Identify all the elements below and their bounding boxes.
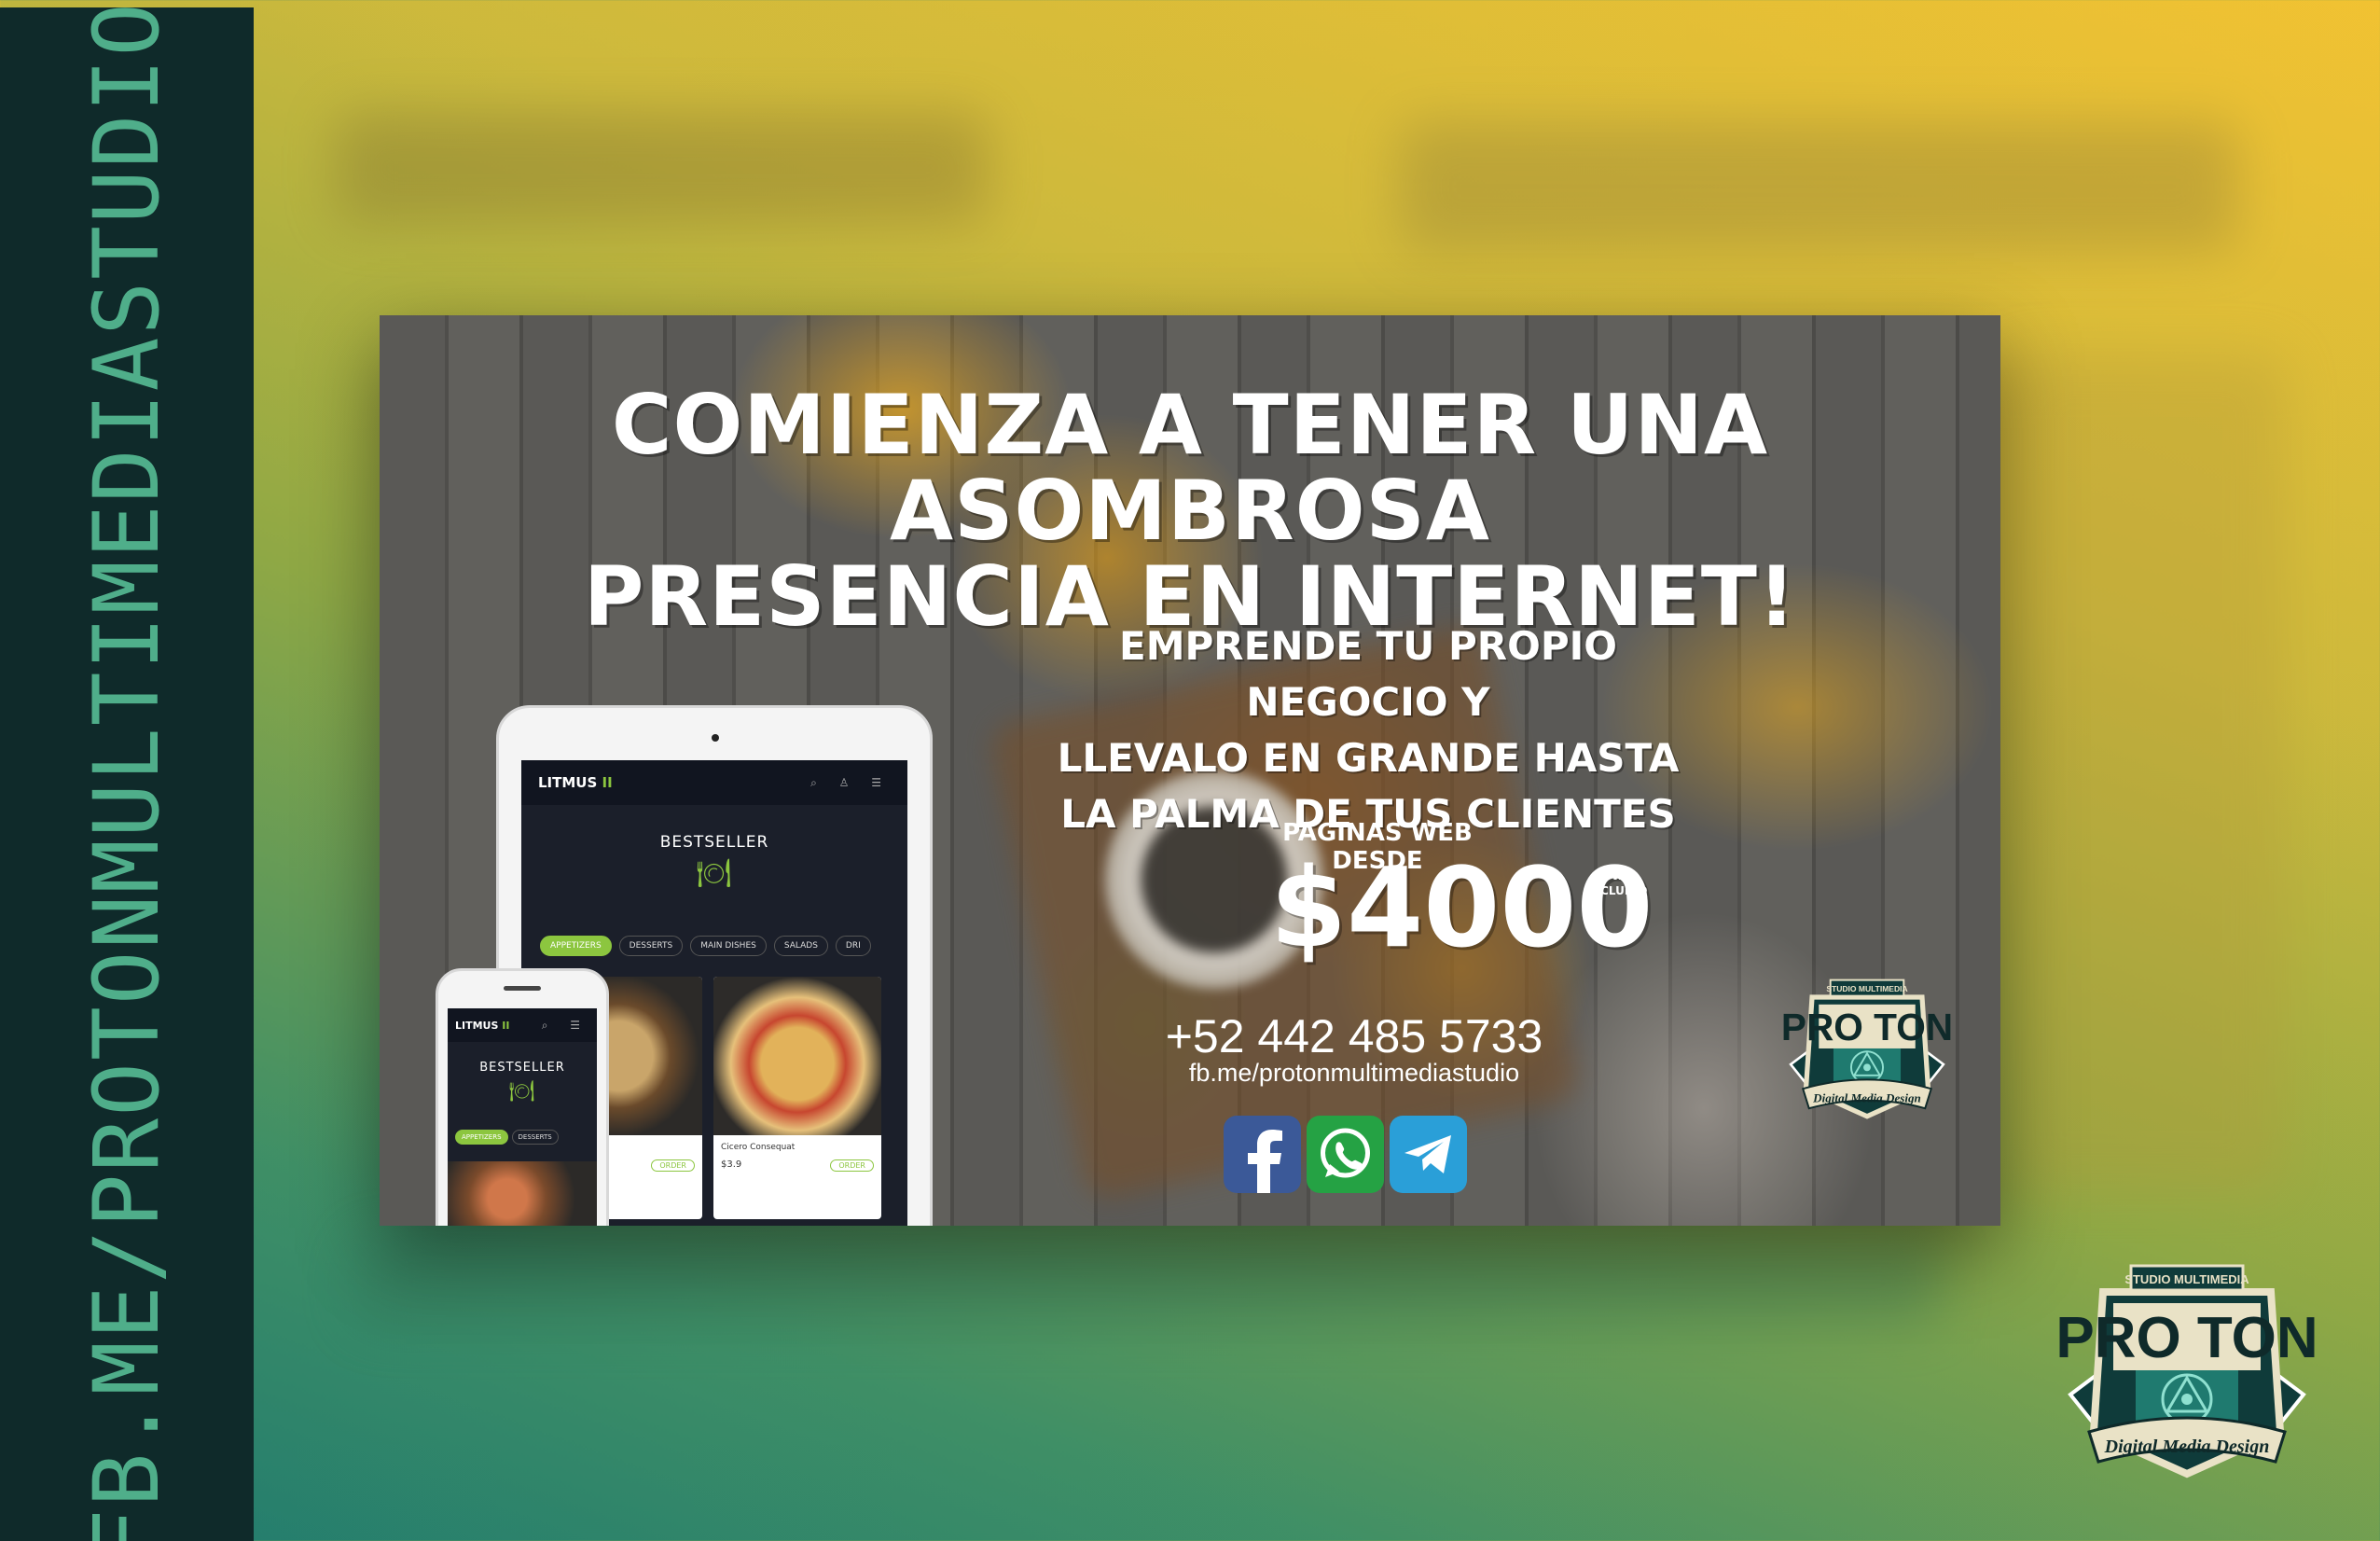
background-blur: [336, 112, 989, 224]
proton-logo-large: STUDIO MULTIMEDIA PRO TON Digital Media …: [2052, 1255, 2322, 1483]
background-blur: [2005, 354, 2285, 1194]
price: $4000: [1270, 843, 1654, 972]
header-icons: ⌕ ♙ ☰: [810, 775, 891, 789]
tab-main-dishes[interactable]: MAIN DISHES: [690, 936, 767, 956]
tab-drinks[interactable]: DRI: [835, 936, 871, 956]
sub-line-1: EMPRENDE TU PROPIO NEGOCIO Y: [1119, 623, 1617, 725]
header-icons: ⌕ ☰: [541, 1018, 589, 1032]
facebook-link[interactable]: fb.me/protonmultimediastudio: [1149, 1059, 1559, 1088]
tab-desserts[interactable]: DESSERTS: [511, 1130, 559, 1145]
tablet-app-header: LITMUS II ⌕ ♙ ☰: [521, 760, 907, 805]
proton-logo-icon: STUDIO MULTIMEDIA PRO TON Digital Media …: [2055, 1264, 2318, 1479]
whatsapp-icon[interactable]: [1307, 1116, 1384, 1193]
facebook-icon[interactable]: [1224, 1116, 1301, 1193]
iva-line-2: INCLUIDO: [1586, 884, 1648, 897]
phone-number[interactable]: +52 442 485 5733: [1149, 1010, 1559, 1062]
background-blur: [354, 1241, 1940, 1325]
proton-logo-icon: STUDIO MULTIMEDIA PRO TON Digital Media …: [1781, 979, 1953, 1119]
telegram-icon[interactable]: [1390, 1116, 1467, 1193]
app-logo: LITMUS II: [455, 1019, 510, 1032]
proton-logo: STUDIO MULTIMEDIA PRO TON Digital Media …: [1778, 968, 1956, 1127]
phone-screen: LITMUS II ⌕ ☰ BESTSELLER 🍽 APPETIZERS DE…: [448, 1008, 597, 1226]
order-button[interactable]: ORDER: [830, 1159, 874, 1172]
side-url-text: FB.ME/PROTONMULTIMEDIASTUDIO: [75, 0, 179, 1541]
sub-line-2: LLEVALO EN GRANDE HASTA: [1057, 735, 1680, 781]
social-icons: [1224, 1116, 1467, 1193]
phone-hero: BESTSELLER 🍽: [448, 1042, 597, 1126]
phone-mockup: LITMUS II ⌕ ☰ BESTSELLER 🍽 APPETIZERS DE…: [436, 968, 609, 1226]
product-card[interactable]: Cicero Consequat $3.9 ORDER: [713, 977, 881, 1219]
order-button[interactable]: ORDER: [651, 1159, 695, 1172]
category-tabs: APPETIZERS DESSERTS MAIN DISHES SALADS D…: [521, 926, 907, 965]
headline-line-1: COMIENZA A TENER UNA ASOMBROSA: [611, 377, 1769, 559]
dish-icon: 🍽: [508, 1080, 536, 1104]
product-image: [713, 977, 881, 1135]
hero-title: BESTSELLER: [659, 833, 769, 852]
hero-title: BESTSELLER: [479, 1061, 565, 1075]
svg-text:Digital Media Design: Digital Media Design: [1812, 1091, 1921, 1105]
tab-appetizers[interactable]: APPETIZERS: [455, 1130, 508, 1145]
phone-speaker: [504, 986, 541, 991]
product-image: [448, 1161, 597, 1226]
ad-card: COMIENZA A TENER UNA ASOMBROSA PRESENCIA…: [380, 315, 2000, 1226]
side-banner: FB.ME/PROTONMULTIMEDIASTUDIO: [0, 1, 254, 1541]
headline: COMIENZA A TENER UNA ASOMBROSA PRESENCIA…: [380, 382, 2000, 640]
svg-text:STUDIO MULTIMEDIA: STUDIO MULTIMEDIA: [1826, 984, 1907, 993]
category-tabs: APPETIZERS DESSERTS: [448, 1126, 597, 1148]
dish-icon: 🍽: [696, 857, 733, 890]
product-price: $3.9: [721, 1159, 742, 1170]
iva-note: IVA INCLUIDO: [1580, 868, 1654, 898]
svg-text:STUDIO MULTIMEDIA: STUDIO MULTIMEDIA: [2124, 1272, 2249, 1286]
app-logo: LITMUS II: [538, 774, 613, 791]
tablet-camera: [712, 734, 719, 742]
product-footer: $3.9 ORDER: [713, 1154, 881, 1177]
iva-line-1: IVA: [1606, 869, 1628, 882]
tablet-hero: BESTSELLER 🍽: [521, 805, 907, 926]
svg-text:PRO TON: PRO TON: [1781, 1006, 1953, 1048]
tab-salads[interactable]: SALADS: [773, 936, 828, 956]
svg-text:Digital Media Design: Digital Media Design: [2104, 1437, 2270, 1457]
tab-desserts[interactable]: DESSERTS: [618, 936, 684, 956]
background-blur: [1399, 121, 2238, 252]
phone-app-header: LITMUS II ⌕ ☰: [448, 1008, 597, 1042]
tab-appetizers[interactable]: APPETIZERS: [540, 936, 612, 956]
product-name: Cicero Consequat: [721, 1143, 796, 1152]
subheadline: EMPRENDE TU PROPIO NEGOCIO Y LLEVALO EN …: [1051, 618, 1685, 842]
svg-text:PRO TON: PRO TON: [2055, 1306, 2318, 1370]
